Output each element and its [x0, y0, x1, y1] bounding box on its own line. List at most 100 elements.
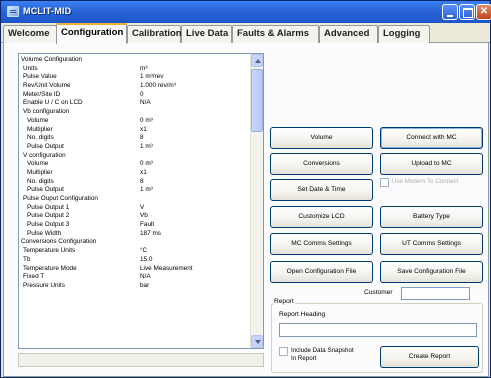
customer-label: Customer	[364, 289, 393, 296]
config-row-value: N/A	[140, 273, 151, 281]
tab-configuration[interactable]: Configuration	[56, 23, 127, 44]
config-row[interactable]: Conversions Configuration	[21, 238, 251, 247]
config-row[interactable]: Pulse Output 1 V	[21, 204, 251, 213]
connect-button[interactable]: Connect with MC	[380, 127, 483, 149]
config-row-label: Vb configuration	[23, 108, 70, 116]
config-row[interactable]: Pulse Output 1 m³	[21, 186, 251, 195]
config-row-label: Pulse Output 1	[27, 203, 70, 211]
config-row-value: V	[140, 203, 145, 211]
config-row[interactable]: Pulse Value 1 m³/rev	[21, 73, 251, 82]
config-row[interactable]: Enable U / C on LCD N/A	[21, 99, 251, 108]
config-row[interactable]: Pulse Width 187 ms	[21, 230, 251, 239]
config-row-label: Meter/Site ID	[23, 90, 61, 98]
volume-button[interactable]: Volume	[270, 127, 373, 149]
config-row-value: m³	[140, 64, 148, 72]
config-row-value: 0	[140, 90, 144, 98]
mc-comms-settings-button[interactable]: MC Comms Settings	[270, 233, 373, 255]
config-row[interactable]: Meter/Site ID 0	[21, 91, 251, 100]
config-row-label: Pulse Output 3	[27, 221, 70, 229]
config-row[interactable]: Pulse Output 3 Fault	[21, 221, 251, 230]
config-row-label: Volume	[27, 160, 49, 168]
battery-type-button[interactable]: Battery Type	[380, 206, 483, 228]
config-row[interactable]: Fixed T N/A	[21, 273, 251, 282]
config-row[interactable]: No. digits 8	[21, 134, 251, 143]
create-report-button[interactable]: Create Report	[380, 346, 479, 368]
scroll-down-icon[interactable]	[251, 335, 263, 348]
config-row-label: Temperature Units	[23, 247, 76, 255]
use-modem-checkbox-box[interactable]	[380, 178, 389, 187]
config-row-value: N/A	[140, 99, 151, 107]
minimize-button[interactable]	[442, 4, 458, 20]
customer-input[interactable]	[401, 287, 470, 300]
close-button[interactable]: ✕	[476, 4, 491, 20]
config-row[interactable]: Temperature Units °C	[21, 247, 251, 256]
config-row[interactable]: Volume Configuration	[21, 56, 251, 65]
config-row-value: 1 m³	[140, 186, 153, 194]
config-row-label: Pulse Value	[23, 73, 57, 81]
config-row[interactable]: Volume 0 m³	[21, 117, 251, 126]
config-row[interactable]: Pressure Units bar	[21, 282, 251, 291]
config-row-value: 1 m³/rev	[140, 73, 164, 81]
config-row-value: 1 m³	[140, 142, 153, 150]
config-row[interactable]: Temperature Mode Live Measurement	[21, 265, 251, 274]
config-row-label: Enable U / C on LCD	[23, 99, 83, 107]
title-bar[interactable]: MCLIT-MID ✕	[1, 1, 491, 23]
config-row[interactable]: Volume 0 m³	[21, 160, 251, 169]
config-row[interactable]: Vb configuration	[21, 108, 251, 117]
config-row-label: Pulse Width	[27, 229, 62, 237]
tab-faults-alarms[interactable]: Faults & Alarms	[232, 25, 319, 43]
report-heading-input[interactable]	[279, 323, 477, 337]
config-row[interactable]: Pulse Output 1 m³	[21, 143, 251, 152]
config-row[interactable]: V configuration	[21, 152, 251, 161]
upload-button[interactable]: Upload to MC	[380, 153, 483, 175]
app-window: MCLIT-MID ✕ Welcome Configuration Calibr…	[0, 0, 491, 378]
config-row-value: bar	[140, 281, 150, 289]
tab-live-data[interactable]: Live Data	[181, 25, 232, 43]
config-row[interactable]: Pulse Output 2 Vb	[21, 212, 251, 221]
config-row-label: Tb	[23, 255, 31, 263]
scroll-up-icon[interactable]	[251, 54, 263, 67]
customize-lcd-button[interactable]: Customize LCD	[270, 206, 373, 228]
use-modem-checkbox[interactable]: Use Modem To Connect	[380, 178, 484, 188]
config-row[interactable]: No. digits 8	[21, 178, 251, 187]
config-row-label: Fixed T	[23, 273, 45, 281]
config-row-value: 1.000 rev/m³	[140, 82, 176, 90]
close-icon: ✕	[479, 6, 489, 17]
config-row-value: °C	[140, 247, 148, 255]
config-row[interactable]: Rev/Unit Volume 1.000 rev/m³	[21, 82, 251, 91]
include-snapshot-checkbox[interactable]: Include Data Snapshot In Report	[279, 347, 369, 365]
config-row[interactable]: Pulse Ouput Configuration	[21, 195, 251, 204]
config-row-label: Pulse Output	[27, 142, 64, 150]
config-row-value: Fault	[140, 221, 155, 229]
config-row-label: Rev/Unit Volume	[23, 82, 71, 90]
config-row-label: Temperature Mode	[23, 264, 77, 272]
config-row[interactable]: Tb 15.0	[21, 256, 251, 265]
config-row[interactable]: Units m³	[21, 65, 251, 74]
config-row[interactable]: Multiplier x1	[21, 126, 251, 135]
config-row-label: Volume	[27, 116, 49, 124]
tab-welcome[interactable]: Welcome	[3, 25, 57, 43]
save-configuration-file-button[interactable]: Save Configuration File	[380, 261, 483, 283]
config-row-value: 0 m³	[140, 160, 153, 168]
conversions-button[interactable]: Conversions	[270, 153, 373, 175]
config-row[interactable]: Multiplier x1	[21, 169, 251, 178]
ut-comms-settings-button[interactable]: UT Comms Settings	[380, 233, 483, 255]
tab-logging[interactable]: Logging	[378, 25, 430, 43]
report-heading-label: Report Heading	[279, 311, 326, 318]
vertical-scrollbar[interactable]	[250, 54, 263, 348]
config-row-label: Units	[23, 64, 38, 72]
config-row-label: Volume Configuration	[21, 56, 83, 63]
scrollbar-thumb[interactable]	[251, 69, 263, 132]
tab-advanced[interactable]: Advanced	[319, 25, 378, 43]
app-window-icon	[7, 6, 19, 17]
use-modem-label: Use Modem To Connect	[392, 178, 459, 185]
set-date-time-button[interactable]: Set Date & Time	[270, 179, 373, 201]
include-snapshot-checkbox-box[interactable]	[279, 347, 288, 356]
configuration-list[interactable]: Volume Configuration Units m³ Pulse Value 1 …	[18, 53, 264, 349]
maximize-button[interactable]	[459, 4, 475, 20]
tab-calibration[interactable]: Calibration	[127, 25, 182, 43]
window-title: MCLIT-MID	[23, 6, 72, 16]
open-configuration-file-button[interactable]: Open Configuration File	[270, 261, 373, 283]
config-row-value: x1	[140, 168, 147, 176]
include-snapshot-label-1: Include Data Snapshot	[291, 347, 354, 354]
